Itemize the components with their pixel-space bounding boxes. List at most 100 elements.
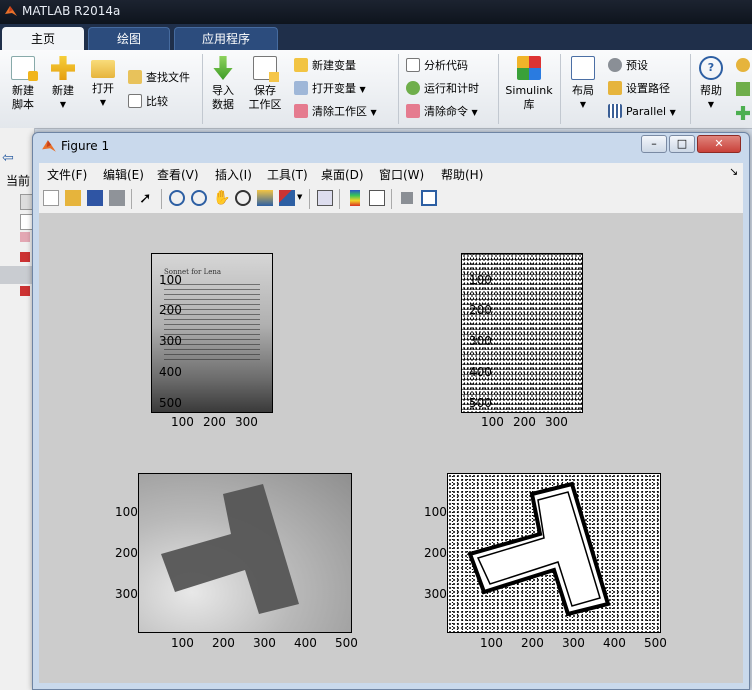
eraser-icon xyxy=(406,104,420,118)
folder-path-icon xyxy=(608,81,622,95)
analyze-code-button[interactable]: 分析代码 xyxy=(406,56,468,76)
chevron-down-icon: ▼ xyxy=(99,98,107,107)
back-arrow-icon[interactable]: ⇦ xyxy=(2,150,14,166)
save-workspace-label: 保存 工作区 xyxy=(248,84,282,111)
add-ons-icon[interactable] xyxy=(736,106,750,120)
save-workspace-button[interactable]: 保存 工作区 xyxy=(246,56,284,112)
link-plot-icon[interactable] xyxy=(317,190,333,206)
tab-home[interactable]: 主页 xyxy=(2,27,84,50)
run-and-time-button[interactable]: 运行和计时 xyxy=(406,79,479,99)
minimize-button[interactable]: – xyxy=(641,135,667,153)
data-cursor-icon[interactable] xyxy=(257,190,273,206)
x-tick-label: 200 xyxy=(521,636,544,650)
eraser-icon xyxy=(294,104,308,118)
toolbar-separator xyxy=(391,189,392,209)
legend-icon[interactable] xyxy=(369,190,385,206)
print-icon[interactable] xyxy=(109,190,125,206)
current-folder-label: 当前 xyxy=(6,174,31,188)
png-file-icon[interactable] xyxy=(20,232,30,242)
open-variable-label: 打开变量 xyxy=(312,82,356,95)
ribbon: 新建 脚本 新建 ▼ 打开 ▼ 查找文件 比较 导入 数据 保存 工作区 新建变… xyxy=(0,50,752,129)
new-figure-icon[interactable] xyxy=(43,190,59,206)
menu-desktop[interactable]: 桌面(D) xyxy=(321,166,364,183)
y-tick-label: 100 xyxy=(469,273,492,287)
help-icon: ? xyxy=(699,56,723,80)
brush-icon[interactable] xyxy=(279,190,295,206)
figure-titlebar[interactable]: Figure 1 – □ ✕ xyxy=(33,133,749,159)
y-tick-label: 300 xyxy=(115,587,138,601)
import-arrow-icon xyxy=(213,56,233,80)
chevron-down-icon[interactable]: ▼ xyxy=(297,193,302,201)
toolbar-separator xyxy=(339,189,340,209)
x-tick-label: 500 xyxy=(644,636,667,650)
x-tick-label: 300 xyxy=(253,636,276,650)
dock-arrow-icon[interactable]: ↘ xyxy=(729,165,738,178)
t-shape-edges xyxy=(467,481,611,617)
simulink-library-button[interactable]: Simulink 库 xyxy=(504,56,554,112)
x-tick-label: 200 xyxy=(513,415,536,429)
tab-apps[interactable]: 应用程序 xyxy=(174,27,278,50)
find-files-label: 查找文件 xyxy=(146,71,190,84)
menu-window[interactable]: 窗口(W) xyxy=(379,166,424,183)
y-tick-label: 400 xyxy=(469,365,492,379)
maximize-button[interactable]: □ xyxy=(669,135,695,153)
menu-insert[interactable]: 插入(I) xyxy=(215,166,252,183)
menu-file[interactable]: 文件(F) xyxy=(47,166,87,183)
zoom-in-icon[interactable] xyxy=(169,190,185,206)
axes-bottom-right-image[interactable] xyxy=(447,473,661,633)
gear-icon xyxy=(608,58,622,72)
preferences-button[interactable]: 预设 xyxy=(608,56,648,76)
y-tick-label: 100 xyxy=(424,505,447,519)
toolbar-separator xyxy=(161,189,162,209)
figure-menubar: 文件(F) 编辑(E) 查看(V) 插入(I) 工具(T) 桌面(D) 窗口(W… xyxy=(39,163,743,185)
menu-edit[interactable]: 编辑(E) xyxy=(103,166,144,183)
open-variable-button[interactable]: 打开变量 ▼ xyxy=(294,79,366,99)
layout-button[interactable]: 布局 ▼ xyxy=(566,56,600,112)
find-files-button[interactable]: 查找文件 xyxy=(128,68,190,88)
menu-view[interactable]: 查看(V) xyxy=(157,166,199,183)
pointer-icon[interactable]: ➚ xyxy=(139,190,155,206)
plus-icon xyxy=(51,56,75,80)
menu-help[interactable]: 帮助(H) xyxy=(441,166,483,183)
save-icon[interactable] xyxy=(87,190,103,206)
analyze-code-label: 分析代码 xyxy=(424,59,468,72)
menu-tools[interactable]: 工具(T) xyxy=(267,166,308,183)
clear-workspace-button[interactable]: 清除工作区 ▼ xyxy=(294,102,377,122)
axes-bottom-left-image[interactable] xyxy=(138,473,352,633)
open-file-icon[interactable] xyxy=(65,190,81,206)
help-button[interactable]: ? 帮助 ▼ xyxy=(696,56,726,112)
zoom-out-icon[interactable] xyxy=(191,190,207,206)
simulink-label: Simulink 库 xyxy=(505,84,553,111)
show-plot-tools-icon[interactable] xyxy=(421,190,437,206)
png-file-icon[interactable] xyxy=(20,286,30,296)
png-file-icon[interactable] xyxy=(20,252,30,262)
request-support-icon[interactable] xyxy=(736,82,750,96)
open-button[interactable]: 打开 ▼ xyxy=(86,56,120,110)
pan-hand-icon[interactable]: ✋ xyxy=(213,190,230,206)
new-script-button[interactable]: 新建 脚本 xyxy=(6,56,40,112)
x-tick-label: 100 xyxy=(480,636,503,650)
y-tick-label: 300 xyxy=(424,587,447,601)
y-tick-label: 200 xyxy=(469,303,492,317)
close-button[interactable]: ✕ xyxy=(697,135,741,153)
open-label: 打开 xyxy=(92,82,114,95)
parallel-button[interactable]: Parallel ▼ xyxy=(608,102,676,122)
new-variable-label: 新建变量 xyxy=(312,59,356,72)
selected-file-row[interactable] xyxy=(0,266,34,284)
x-tick-label: 400 xyxy=(294,636,317,650)
compare-button[interactable]: 比较 xyxy=(128,92,168,112)
figure-canvas[interactable]: Sonnet for Lena 100 200 300 400 500 100 … xyxy=(39,213,743,683)
x-tick-label: 400 xyxy=(603,636,626,650)
tab-plots[interactable]: 绘图 xyxy=(88,27,170,50)
new-button[interactable]: 新建 ▼ xyxy=(46,56,80,112)
chevron-down-icon: ▼ xyxy=(579,100,587,109)
set-path-button[interactable]: 设置路径 xyxy=(608,79,670,99)
hide-plot-tools-icon[interactable] xyxy=(401,192,413,204)
import-data-button[interactable]: 导入 数据 xyxy=(206,56,240,112)
community-icon[interactable] xyxy=(736,58,750,72)
new-variable-icon xyxy=(294,58,308,72)
clear-commands-button[interactable]: 清除命令 ▼ xyxy=(406,102,478,122)
colorbar-icon[interactable] xyxy=(350,190,360,206)
new-variable-button[interactable]: 新建变量 xyxy=(294,56,356,76)
rotate-3d-icon[interactable] xyxy=(235,190,251,206)
